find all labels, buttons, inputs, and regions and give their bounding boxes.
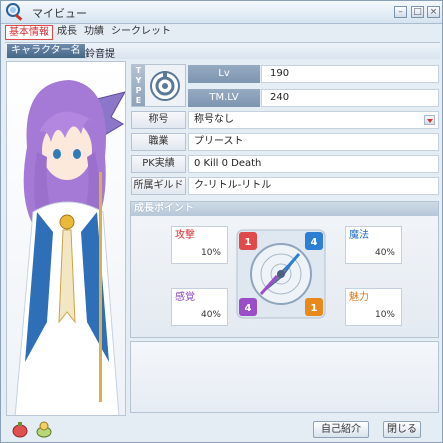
tab-achievements[interactable]: 功績 [81, 25, 107, 40]
growth-card-attack-value: 10% [200, 248, 221, 258]
compass-number-magic: 4 [311, 237, 318, 248]
minimize-button[interactable]: – [394, 6, 407, 18]
growth-card-charm-value: 10% [374, 310, 395, 320]
growth-card-sense-value: 40% [200, 310, 221, 320]
close-icon[interactable]: × [427, 6, 440, 18]
chevron-down-icon[interactable] [424, 115, 435, 125]
tab-bar: 基本情報 成長 功績 シークレット [5, 25, 174, 40]
tab-growth[interactable]: 成長 [54, 25, 80, 40]
growth-card-magic-value: 40% [374, 248, 395, 258]
title-bar[interactable]: マイビュー – □ × [1, 1, 442, 24]
my-view-window: マイビュー – □ × 基本情報 成長 功績 シークレット キャラクター名 鈴音… [0, 0, 443, 443]
stat-label-lv: Lv [188, 65, 260, 83]
compass-number-attack: 1 [245, 237, 252, 248]
info-panel: TYPE Lv 190 TM.LV 240 称号 称号なし 職業 プリースト P… [130, 61, 439, 198]
job-value: プリースト [188, 133, 439, 151]
pet-icon[interactable] [35, 420, 53, 438]
character-name-row: キャラクター名 鈴音提 [5, 42, 440, 60]
guild-label: 所属ギルド [131, 177, 186, 195]
introduction-panel [130, 341, 439, 413]
tab-basic-info[interactable]: 基本情報 [5, 25, 53, 40]
compass-number-sense: 4 [245, 303, 252, 314]
character-portrait [6, 61, 126, 416]
growth-card-magic-name: 魔法 [349, 230, 369, 241]
footer: 自己紹介 閉じる [1, 417, 442, 443]
type-label: TYPE [132, 65, 145, 106]
growth-card-magic: 魔法 40% [345, 226, 402, 264]
stat-value-lv: 190 [261, 65, 439, 83]
growth-points-panel: 成長ポイント 攻撃 10% 魔法 40% 感覚 40% 魅力 10% 1 4 4… [130, 201, 439, 338]
growth-compass: 1 4 4 1 [236, 229, 326, 319]
job-label: 職業 [131, 133, 186, 151]
pk-value: 0 Kill 0 Death [188, 155, 439, 173]
title-select-value: 称号なし [194, 114, 234, 125]
growth-card-attack-name: 攻撃 [175, 230, 195, 241]
growth-card-sense: 感覚 40% [171, 288, 228, 326]
magnifier-icon [6, 3, 23, 21]
growth-card-charm-name: 魅力 [349, 292, 369, 303]
window-title: マイビュー [32, 7, 87, 20]
maximize-button[interactable]: □ [411, 6, 424, 18]
tab-secret[interactable]: シークレット [108, 25, 174, 40]
stat-label-tmlv: TM.LV [188, 89, 260, 107]
type-emblem-icon [150, 71, 180, 101]
growth-card-charm: 魅力 10% [345, 288, 402, 326]
close-button[interactable]: 閉じる [383, 421, 421, 438]
title-select[interactable]: 称号なし [188, 111, 439, 129]
type-box: TYPE [131, 64, 186, 107]
growth-header: 成長ポイント [131, 202, 438, 216]
compass-number-charm: 1 [311, 303, 318, 314]
stat-value-tmlv: 240 [261, 89, 439, 107]
guild-value: ク-リトル-リトル [188, 177, 439, 195]
growth-card-sense-name: 感覚 [175, 292, 195, 303]
character-name-label: キャラクター名 [7, 44, 85, 58]
pk-label: PK実績 [131, 155, 186, 173]
growth-card-attack: 攻撃 10% [171, 226, 228, 264]
title-label: 称号 [131, 111, 186, 129]
self-introduction-button[interactable]: 自己紹介 [313, 421, 369, 438]
character-name: 鈴音提 [85, 49, 115, 60]
potion-icon[interactable] [11, 420, 29, 438]
growth-title: 成長ポイント [134, 203, 194, 214]
